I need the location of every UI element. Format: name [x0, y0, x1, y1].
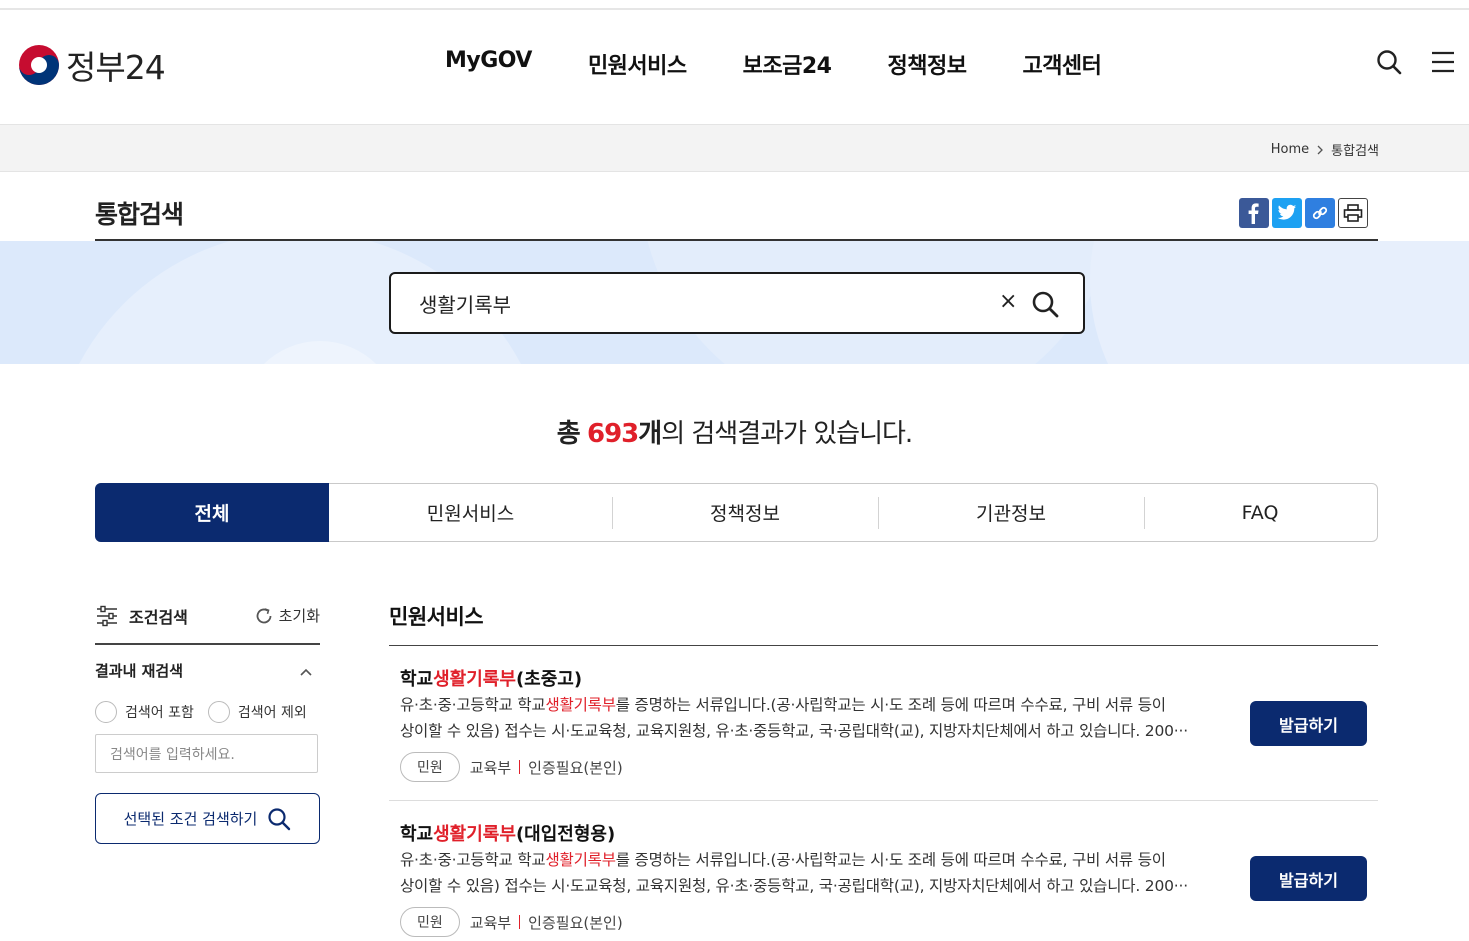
search-input[interactable]	[417, 286, 981, 320]
radio-circle[interactable]	[95, 701, 117, 723]
result-count: 총 693개의 검색결과가 있습니다.	[0, 413, 1469, 450]
breadcrumb-bar: Home 통합검색	[0, 124, 1469, 172]
chevron-up-icon[interactable]	[299, 662, 313, 681]
tab-label: FAQ	[1241, 501, 1279, 524]
facebook-icon[interactable]	[1239, 198, 1269, 228]
tab-all[interactable]: 전체	[95, 483, 329, 542]
category-tabs: 전체 민원서비스 정책정보 기관정보 FAQ	[95, 483, 1378, 542]
main-nav: MyGOV 민원서비스 보조금24 정책정보 고객센터	[445, 48, 1157, 80]
search-icon	[268, 807, 291, 830]
result-tags: 민원 교육부 인증필요(본인)	[400, 907, 623, 937]
result-item: 학교생활기록부(대입전형용) 유·초·중·고등학교 학교생활기록부를 증명하는 …	[389, 801, 1378, 941]
category-badge: 민원	[400, 752, 460, 782]
taegeuk-logo-icon	[19, 45, 59, 85]
tab-civil-service[interactable]: 민원서비스	[329, 484, 612, 541]
refine-options: 검색어 포함 검색어 제외	[95, 701, 307, 723]
nav-subsidy[interactable]: 보조금24	[743, 48, 832, 80]
breadcrumb-current: 통합검색	[1331, 144, 1379, 159]
tab-label: 민원서비스	[426, 503, 515, 525]
exclude-label: 검색어 제외	[237, 705, 307, 721]
result-tags: 민원 교육부 인증필요(본인)	[400, 752, 623, 782]
radio-circle[interactable]	[207, 701, 230, 723]
breadcrumb: Home 통합검색	[1271, 140, 1379, 159]
result-prefix: 총	[556, 419, 581, 449]
filter-sliders-icon	[97, 605, 117, 627]
print-icon[interactable]	[1338, 198, 1368, 228]
condition-search-header: 조건검색 초기화	[95, 598, 320, 645]
refresh-icon	[256, 607, 271, 623]
result-unit: 개	[638, 419, 662, 449]
apply-condition-button[interactable]: 선택된 조건 검색하기	[95, 793, 320, 844]
result-item: 학교생활기록부(초중고) 유·초·중·고등학교 학교생활기록부를 증명하는 서류…	[389, 646, 1378, 801]
menu-icon[interactable]	[1430, 49, 1456, 79]
auth-requirement: 인증필요(본인)	[528, 758, 623, 777]
tab-policy[interactable]: 정책정보	[612, 484, 878, 541]
exclude-keyword-radio[interactable]: 검색어 제외	[207, 701, 307, 723]
reset-label: 초기화	[278, 607, 320, 625]
apply-condition-label: 선택된 조건 검색하기	[123, 810, 258, 828]
input-placeholder: 검색어를 입력하세요.	[110, 746, 235, 763]
include-keyword-radio[interactable]: 검색어 포함	[95, 701, 194, 723]
nav-mygov[interactable]: MyGOV	[445, 48, 532, 80]
page-title: 통합검색	[95, 200, 184, 229]
tab-label: 기관정보	[976, 503, 1046, 525]
result-title[interactable]: 학교생활기록부(초중고)	[400, 665, 582, 691]
nav-civil-service[interactable]: 민원서비스	[588, 48, 687, 80]
organization-label: 교육부	[469, 913, 512, 932]
tab-label: 정책정보	[710, 503, 780, 525]
share-buttons	[1239, 198, 1368, 228]
link-copy-icon[interactable]	[1305, 198, 1335, 228]
auth-requirement: 인증필요(본인)	[528, 913, 623, 932]
issue-button[interactable]: 발급하기	[1250, 701, 1367, 746]
organization-label: 교육부	[469, 758, 512, 777]
search-icon[interactable]	[1376, 49, 1402, 79]
clear-icon[interactable]: ×	[999, 291, 1017, 313]
logo[interactable]: 정부24	[18, 41, 166, 89]
refine-keyword-input[interactable]: 검색어를 입력하세요.	[95, 734, 318, 773]
result-number: 693	[586, 419, 639, 449]
breadcrumb-home[interactable]: Home	[1271, 142, 1309, 157]
result-suffix: 의 검색결과가 있습니다.	[661, 419, 913, 449]
condition-search-title: 조건검색	[95, 604, 188, 628]
logo-text: 정부24	[66, 48, 166, 87]
site-header: 정부24 MyGOV 민원서비스 보조금24 정책정보 고객센터	[0, 10, 1469, 124]
result-description: 유·초·중·고등학교 학교생활기록부를 증명하는 서류입니다.(공·사립학교는 …	[400, 851, 1188, 895]
reset-button[interactable]: 초기화	[254, 605, 320, 626]
category-badge: 민원	[400, 907, 460, 937]
include-label: 검색어 포함	[125, 705, 194, 721]
tab-faq[interactable]: FAQ	[1144, 484, 1376, 541]
tab-agency[interactable]: 기관정보	[878, 484, 1144, 541]
result-title[interactable]: 학교생활기록부(대입전형용)	[400, 820, 615, 846]
chevron-right-icon	[1317, 145, 1324, 154]
search-submit-icon[interactable]	[1031, 290, 1059, 322]
search-box: ×	[389, 272, 1085, 334]
section-title: 민원서비스	[389, 605, 484, 629]
nav-policy[interactable]: 정책정보	[887, 48, 966, 80]
issue-button[interactable]: 발급하기	[1250, 856, 1367, 901]
nav-customer-center[interactable]: 고객센터	[1022, 48, 1101, 80]
refine-search-title: 결과내 재검색	[95, 662, 184, 680]
condition-search-label: 조건검색	[129, 608, 188, 627]
result-description: 유·초·중·고등학교 학교생활기록부를 증명하는 서류입니다.(공·사립학교는 …	[400, 696, 1188, 740]
twitter-icon[interactable]	[1272, 198, 1302, 228]
